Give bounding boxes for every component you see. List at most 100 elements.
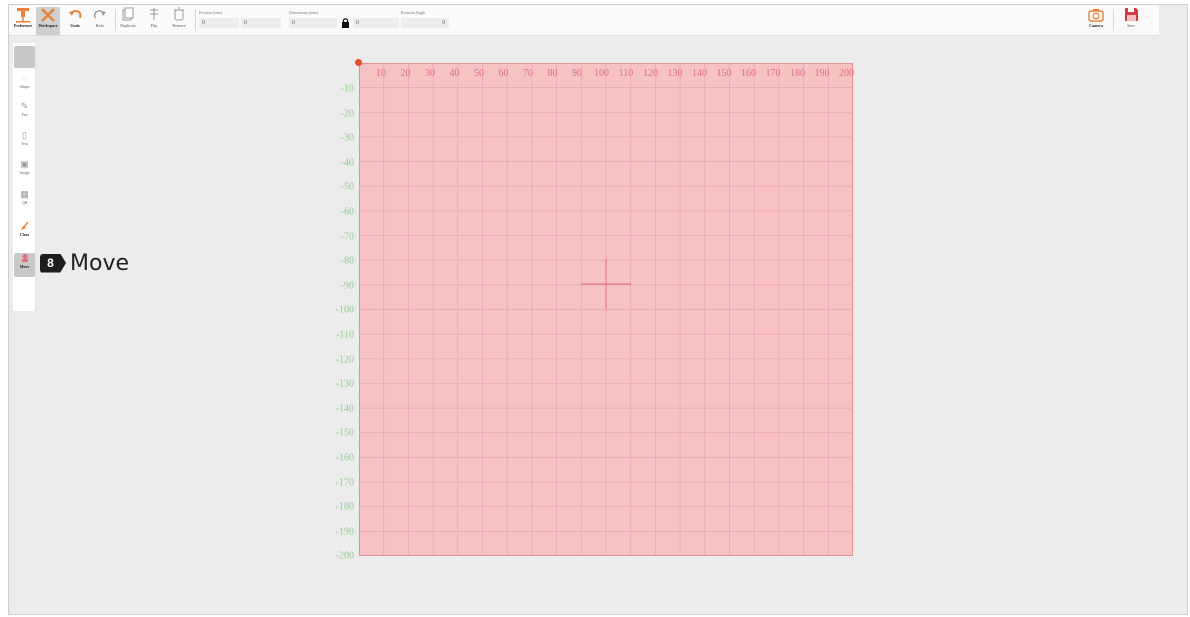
image-icon: ▣	[20, 159, 29, 169]
y-axis-tick: -60	[340, 206, 354, 218]
x-axis-tick: 140	[692, 68, 707, 79]
camera-button[interactable]: Camera	[1085, 7, 1107, 35]
tool-label: Preference	[13, 23, 33, 28]
x-axis-tick: 70	[523, 68, 533, 79]
camera-label: Camera	[1089, 23, 1103, 28]
move-tool[interactable]: Move	[14, 253, 35, 277]
y-axis-tick: -90	[340, 280, 354, 292]
tool-label: QR	[21, 200, 28, 205]
tool-label: Duplicate	[120, 23, 136, 28]
y-axis-tick: -150	[335, 427, 354, 439]
workspace-button[interactable]: Workspace	[36, 7, 60, 35]
x-axis-tick: 160	[741, 68, 756, 79]
tool-label: Shape	[19, 84, 30, 89]
x-axis-tick: 60	[498, 68, 509, 79]
tool-label: Text	[20, 141, 29, 146]
work-area[interactable]	[359, 63, 853, 556]
save-button[interactable]: Save	[1120, 7, 1142, 35]
tool-label: Clear	[19, 232, 30, 237]
flip-button[interactable]: Flip	[145, 7, 163, 35]
x-axis-tick: 170	[765, 68, 781, 79]
image-tool[interactable]: ▣ Image	[14, 159, 35, 175]
clear-tool[interactable]: Clear	[14, 221, 35, 237]
y-axis-tick: -180	[335, 501, 354, 513]
duplicate-icon	[122, 7, 134, 23]
undo-button[interactable]: Undo	[66, 7, 84, 35]
toolbar-divider	[1113, 9, 1114, 31]
x-axis-tick: 150	[716, 68, 732, 79]
left-tool-panel: ◌ Shape ✎ Pen ▯ Text ▣ Image ▦ QR Clear	[13, 43, 36, 311]
top-toolbar: Preference Workspace Undo Redo Duplicate…	[9, 5, 1159, 36]
toolbar-divider	[115, 9, 116, 31]
rotation-label: Rotation Angle	[401, 10, 426, 15]
y-axis-tick: -120	[335, 354, 354, 366]
x-axis-tick: 130	[667, 68, 683, 79]
y-axis-tick: -130	[335, 378, 354, 390]
save-icon	[1124, 7, 1139, 23]
lock-aspect-icon[interactable]	[341, 16, 350, 28]
qr-code-icon: ▦	[20, 189, 29, 199]
origin-marker	[355, 59, 362, 66]
tool-label: Flip	[150, 23, 158, 28]
y-axis-tick: -100	[335, 304, 354, 316]
redo-button[interactable]: Redo	[91, 7, 109, 35]
y-axis-tick: -10	[340, 83, 354, 95]
y-axis-tick: -200	[335, 550, 354, 562]
move-icon	[20, 253, 30, 264]
y-axis-tick: -20	[340, 108, 354, 120]
laser-engraver-icon	[15, 7, 31, 23]
position-y-input[interactable]	[241, 18, 281, 28]
tool-label: Workspace	[38, 23, 58, 28]
x-axis-tick: 10	[376, 68, 386, 79]
x-axis-tick: 90	[572, 68, 582, 79]
x-axis-tick: 80	[547, 68, 558, 79]
x-axis-tick: 30	[425, 68, 435, 79]
x-axis-tick: 190	[814, 68, 830, 79]
shape-icon: ◌	[21, 73, 28, 83]
x-axis-tick: 50	[474, 68, 484, 79]
y-axis-tick: -110	[336, 329, 354, 341]
pen-icon: ✎	[20, 101, 29, 111]
y-axis-tick: -70	[340, 231, 354, 243]
position-x-input[interactable]	[199, 18, 239, 28]
rotation-input[interactable]	[401, 18, 449, 28]
flip-icon	[148, 7, 160, 23]
preference-button[interactable]: Preference	[12, 7, 34, 35]
y-axis-tick: -80	[340, 255, 354, 267]
y-axis-tick: -30	[340, 132, 354, 144]
remove-button[interactable]: Remove	[170, 7, 188, 35]
tool-label: Remove	[172, 23, 186, 28]
y-axis-tick: -40	[340, 157, 354, 169]
redo-icon	[93, 7, 107, 23]
x-axis-tick: 180	[790, 68, 805, 79]
qr-tool[interactable]: ▦ QR	[14, 189, 35, 205]
remove-icon	[173, 7, 185, 23]
y-axis-tick: -160	[335, 452, 354, 464]
position-label: Position (mm)	[199, 10, 223, 15]
shape-tool[interactable]: ◌ Shape	[14, 73, 35, 89]
dimension-height-input[interactable]	[353, 18, 399, 28]
clear-icon	[20, 221, 30, 232]
save-label: Save	[1127, 23, 1135, 28]
rotation-group: Rotation Angle	[401, 9, 453, 33]
callout-number: 8	[40, 253, 66, 273]
dimensions-label: Dimensions (mm)	[289, 10, 318, 15]
y-axis-tick: -50	[340, 181, 354, 193]
duplicate-button[interactable]: Duplicate	[119, 7, 137, 35]
dimensions-group: Dimensions (mm)	[289, 9, 399, 33]
undo-icon	[68, 7, 82, 23]
tool-label: Undo	[70, 23, 80, 28]
position-group: Position (mm)	[199, 9, 287, 33]
text-icon: ▯	[22, 130, 27, 140]
crossed-tools-icon	[40, 7, 56, 23]
text-tool[interactable]: ▯ Text	[14, 130, 35, 146]
tool-label: Move	[19, 264, 30, 269]
callout-text: Move	[70, 250, 129, 276]
y-axis-tick: -190	[335, 526, 354, 538]
select-tool[interactable]	[14, 46, 35, 68]
pen-tool[interactable]: ✎ Pen	[14, 101, 35, 117]
tool-label: Pen	[21, 112, 28, 117]
x-axis-tick: 20	[400, 68, 411, 79]
toolbar-divider	[195, 9, 196, 31]
dimension-width-input[interactable]	[289, 18, 337, 28]
